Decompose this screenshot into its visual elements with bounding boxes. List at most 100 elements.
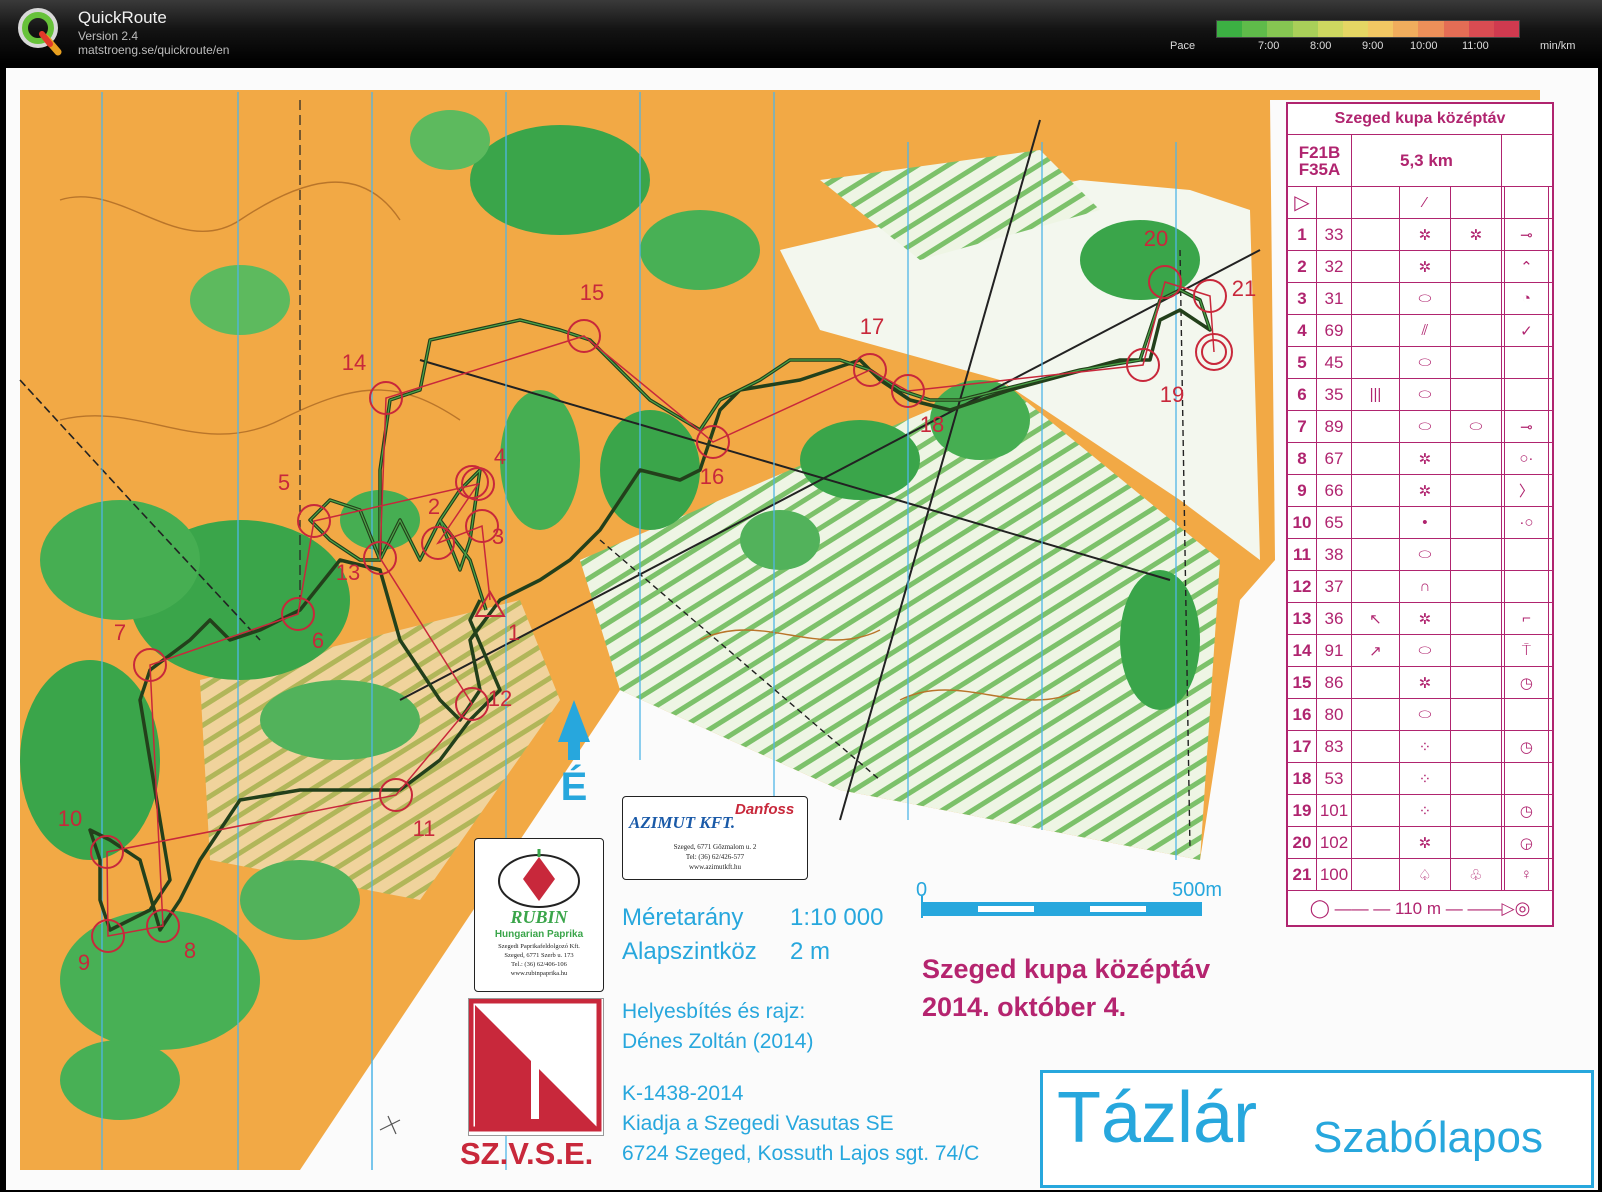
cd-cell-num: 3 (1286, 282, 1317, 315)
cd-cell-g: ◶ (1503, 826, 1550, 859)
cd-cell-e (1449, 346, 1502, 379)
app-url-link[interactable]: matstroeng.se/quickroute/en (78, 43, 229, 57)
cd-cell-code: 80 (1316, 698, 1352, 731)
cd-row: 18 53 ⁘ (1286, 762, 1554, 795)
sponsor1-sub: Hungarian Paprika (494, 929, 584, 940)
pace-color-cell (1493, 21, 1520, 37)
cd-cell-e (1449, 698, 1502, 731)
cd-cell-g: ⍑ (1503, 634, 1550, 667)
scale-start: 0 (916, 879, 927, 901)
control-number: 8 (184, 938, 196, 963)
sponsor2-addr1: Szeged, 6771 Gőzmalom u. 2 (673, 843, 757, 851)
control-number: 9 (78, 950, 90, 975)
cd-cell-c (1351, 826, 1400, 859)
control-number: 12 (488, 686, 512, 711)
control-number: 21 (1232, 276, 1256, 301)
pace-color-cell (1418, 21, 1444, 37)
cd-cell-g: ◷ (1503, 730, 1550, 763)
place-name: Tázlár (1057, 1078, 1258, 1158)
publisher-line2: 6724 Szeged, Kossuth Lajos sgt. 74/C (622, 1142, 980, 1165)
cd-cell-code: 32 (1316, 250, 1352, 283)
control-number: 14 (342, 350, 366, 375)
cd-rows: 1 33 ✲ ✲ ⊸ 2 32 ✲ ⌃ 3 31 ⬭ ◔ 4 69 ⫽ ✓ 5 45 ⬭ 6 35 ||| ⬭ 7 89 ⬭ ⬭ ⊸ 8 6… (1286, 218, 1554, 891)
cd-cell-e (1449, 730, 1502, 763)
cd-cell-num: 17 (1286, 730, 1317, 763)
contour-value: 2 m (790, 938, 831, 965)
cd-row: 10 65 • ·○ (1286, 506, 1554, 539)
pace-color-cell (1267, 21, 1293, 37)
pace-color-cell (1342, 21, 1369, 37)
cd-row: 3 31 ⬭ ◔ (1286, 282, 1554, 315)
cd-cell-num: 4 (1286, 314, 1317, 347)
control-number: 4 (494, 444, 506, 469)
scale-end: 500m (1172, 879, 1222, 901)
cd-cell-g: 〉 (1503, 474, 1550, 507)
cd-cell-e (1449, 282, 1502, 315)
cd-cell-c (1351, 730, 1400, 763)
sponsor2-brand: Danfoss (735, 801, 795, 818)
cd-cell-d: ⬭ (1398, 378, 1451, 411)
pace-tick: 11:00 (1462, 40, 1489, 52)
cd-row: 21 100 ♤ ♧ ♀ (1286, 858, 1554, 891)
cd-row: 5 45 ⬭ (1286, 346, 1554, 379)
pace-color-cell (1443, 21, 1469, 37)
cd-cell-c: ||| (1351, 378, 1400, 411)
cd-cell-c (1351, 762, 1400, 795)
control-number: 19 (1160, 382, 1184, 407)
cd-cell-c (1351, 346, 1400, 379)
sponsor-azimut-logo: AZIMUT KFT. Danfoss Szeged, 6771 Gőzmalo… (622, 796, 808, 880)
control-number: 18 (920, 412, 944, 437)
cd-cell-e (1449, 570, 1502, 603)
sponsor2-name: AZIMUT KFT. (629, 813, 736, 832)
pace-color-cell (1468, 21, 1494, 37)
pace-color-cell (1393, 21, 1419, 37)
cd-cell-num: 14 (1286, 634, 1317, 667)
cd-cell-c (1351, 570, 1400, 603)
cd-cell-num: 9 (1286, 474, 1317, 507)
cd-cell-g: ⌃ (1503, 250, 1550, 283)
pace-label: Pace (1170, 40, 1196, 52)
cd-cell-g: ⌐ (1503, 602, 1550, 635)
pace-color-cell (1292, 21, 1318, 37)
cd-cell-e (1449, 474, 1502, 507)
cd-cell-d: ⬭ (1398, 538, 1451, 571)
cd-row: 11 38 ⬭ (1286, 538, 1554, 571)
cd-cell-code: 69 (1316, 314, 1352, 347)
cd-cell-d: ♤ (1398, 858, 1451, 891)
cd-row: 17 83 ⁘ ◷ (1286, 730, 1554, 763)
pace-color-scale (1216, 20, 1520, 38)
cd-classes: F21B F35A (1286, 134, 1352, 187)
cd-length: 5,3 km (1351, 134, 1502, 187)
cd-cell-g: ⊸ (1503, 218, 1550, 251)
cd-cell-d: ⁘ (1398, 730, 1451, 763)
cd-cell-num: 13 (1286, 602, 1317, 635)
cd-cell-g (1503, 762, 1550, 795)
pace-tick: 9:00 (1362, 40, 1384, 52)
cd-cell-g: ⊸ (1503, 410, 1550, 443)
contour-label: Alapszintköz (622, 938, 757, 965)
cd-row: 20 102 ✲ ◶ (1286, 826, 1554, 859)
cd-cell-code: 91 (1316, 634, 1352, 667)
pace-color-cell (1317, 21, 1343, 37)
pace-color-cell (1242, 21, 1268, 37)
cd-cell-c (1351, 250, 1400, 283)
cd-cell-c (1351, 538, 1400, 571)
control-description-table: Szeged kupa középtáv F21B F35A 5,3 km ▷ … (1286, 102, 1554, 927)
cd-cell-g (1503, 538, 1550, 571)
control-number: 20 (1144, 226, 1168, 251)
cd-row: 2 32 ✲ ⌃ (1286, 250, 1554, 283)
cd-cell-c (1351, 218, 1400, 251)
cd-cell-code: 89 (1316, 410, 1352, 443)
cd-start-icon: ▷ (1286, 186, 1317, 219)
cd-cell-code: 35 (1316, 378, 1352, 411)
cd-cell-g: ♀ (1503, 858, 1550, 891)
cd-row: 9 66 ✲ 〉 (1286, 474, 1554, 507)
north-letter: É (561, 764, 588, 809)
app-header: QuickRoute Version 2.4 matstroeng.se/qui… (0, 0, 1602, 64)
pace-tick: 7:00 (1258, 40, 1280, 52)
scale-value: 1:10 000 (790, 904, 884, 931)
cd-cell-d: ⬭ (1398, 634, 1451, 667)
publisher-line1: Kiadja a Szegedi Vasutas SE (622, 1112, 894, 1135)
cd-cell-g: ○· (1503, 442, 1550, 475)
cd-finish-row: ◯ —— — 110 m — ——▷◎ (1286, 890, 1554, 927)
